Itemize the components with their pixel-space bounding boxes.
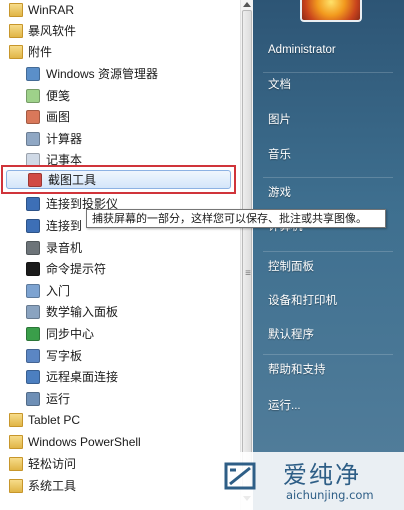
folder-icon xyxy=(9,457,23,471)
program-item-label: 写字板 xyxy=(46,349,83,363)
program-item-label: 画图 xyxy=(46,110,71,124)
right-menu-item[interactable]: 控制面板 xyxy=(268,259,314,275)
sticky-notes-icon xyxy=(26,89,40,103)
menu-separator xyxy=(263,72,393,73)
folder-icon xyxy=(9,3,23,17)
program-item-label: 计算器 xyxy=(46,132,83,146)
right-menu-item[interactable]: 图片 xyxy=(268,112,291,128)
right-menu-item[interactable]: 文档 xyxy=(268,77,291,93)
menu-separator xyxy=(263,354,393,355)
program-item[interactable]: Windows 资源管理器 xyxy=(0,64,236,84)
menu-separator xyxy=(263,251,393,252)
watermark-url: aichunjing.com xyxy=(286,488,374,502)
program-item[interactable]: 命令提示符 xyxy=(0,259,236,279)
program-item-label: Windows 资源管理器 xyxy=(46,67,159,81)
program-item[interactable]: 写字板 xyxy=(0,346,236,366)
program-item-label: 运行 xyxy=(46,392,71,406)
folder-icon xyxy=(9,24,23,38)
program-item-label: 连接到 xyxy=(46,219,83,233)
folder-icon xyxy=(9,435,23,449)
program-item[interactable]: 远程桌面连接 xyxy=(0,367,236,387)
folder-open-icon xyxy=(9,45,23,59)
program-item[interactable]: 附件 xyxy=(0,42,236,62)
right-menu-item[interactable]: 音乐 xyxy=(268,147,291,163)
right-menu-item[interactable]: 设备和打印机 xyxy=(268,293,337,309)
program-item[interactable]: 便笺 xyxy=(0,86,236,106)
cmd-icon xyxy=(26,262,40,276)
program-item-label: 暴风软件 xyxy=(28,24,77,38)
scroll-thumb[interactable]: ≡ xyxy=(242,10,252,488)
getting-started-icon xyxy=(26,284,40,298)
folder-icon xyxy=(9,413,23,427)
sync-center-icon xyxy=(26,327,40,341)
program-item-label: 轻松访问 xyxy=(28,457,77,471)
program-item[interactable]: 轻松访问 xyxy=(0,454,236,474)
grip-icon: ≡ xyxy=(245,268,251,279)
program-item[interactable]: 计算器 xyxy=(0,129,236,149)
program-item[interactable]: 运行 xyxy=(0,389,236,409)
folder-icon xyxy=(9,479,23,493)
run-icon xyxy=(26,392,40,406)
programs-scrollbar[interactable]: ≡ xyxy=(240,0,253,510)
math-input-icon xyxy=(26,305,40,319)
program-item[interactable]: Windows PowerShell xyxy=(0,432,236,452)
program-item[interactable]: 数学输入面板 xyxy=(0,302,236,322)
program-item-label: 附件 xyxy=(28,45,53,59)
program-item-label: 数学输入面板 xyxy=(46,305,119,319)
watermark-logo-icon xyxy=(224,462,256,490)
program-item-label: 截图工具 xyxy=(48,173,97,187)
menu-separator xyxy=(263,177,393,178)
program-item[interactable]: 系统工具 xyxy=(0,476,236,496)
right-menu-item[interactable]: 游戏 xyxy=(268,185,291,201)
calculator-icon xyxy=(26,132,40,146)
program-item-label: 同步中心 xyxy=(46,327,95,341)
wordpad-icon xyxy=(26,349,40,363)
program-item[interactable]: 暴风软件 xyxy=(0,21,236,41)
scroll-up-arrow-icon[interactable] xyxy=(243,2,251,7)
program-item[interactable]: 画图 xyxy=(0,107,236,127)
tooltip: 捕获屏幕的一部分，这样您可以保存、批注或共享图像。 xyxy=(86,209,386,228)
remote-desktop-icon xyxy=(26,370,40,384)
program-item-label: Tablet PC xyxy=(28,413,81,427)
paint-icon xyxy=(26,110,40,124)
program-item-label: 录音机 xyxy=(46,241,83,255)
program-item-label: 入门 xyxy=(46,284,71,298)
right-menu-item[interactable]: 运行... xyxy=(268,398,301,414)
program-item-label: 远程桌面连接 xyxy=(46,370,119,384)
program-item-label: 命令提示符 xyxy=(46,262,107,276)
program-item[interactable]: 录音机 xyxy=(0,238,236,258)
snipping-tool-icon xyxy=(28,173,42,187)
explorer-icon xyxy=(26,67,40,81)
program-item[interactable]: 同步中心 xyxy=(0,324,236,344)
right-menu-item[interactable]: 默认程序 xyxy=(268,327,314,343)
program-item-label: Windows PowerShell xyxy=(28,435,141,449)
program-item-label: WinRAR xyxy=(28,3,75,17)
program-item[interactable]: Tablet PC xyxy=(0,410,236,430)
network-icon xyxy=(26,219,40,233)
program-item[interactable]: 入门 xyxy=(0,281,236,301)
start-menu-right-pane: Administrator文档图片音乐游戏计算机控制面板设备和打印机默认程序帮助… xyxy=(253,0,404,510)
user-avatar[interactable] xyxy=(300,0,362,22)
user-name-link[interactable]: Administrator xyxy=(268,42,336,58)
program-item[interactable]: 截图工具 xyxy=(2,170,238,190)
watermark-title: 爱纯净 xyxy=(283,461,361,489)
highlight-box: 截图工具 xyxy=(1,165,236,194)
microphone-icon xyxy=(26,241,40,255)
program-item[interactable]: WinRAR xyxy=(0,0,236,20)
program-item-label: 系统工具 xyxy=(28,479,77,493)
projector-icon xyxy=(26,197,40,211)
programs-list: WinRAR 暴风软件 附件 Windows 资源管理器 便笺 画图 计算器 记事本 连接到投影… xyxy=(0,0,240,510)
program-item-label: 便笺 xyxy=(46,89,71,103)
right-menu-item[interactable]: 帮助和支持 xyxy=(268,362,326,378)
